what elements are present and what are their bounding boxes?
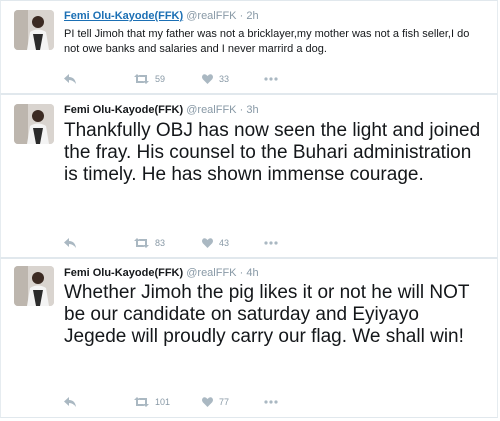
reply-icon — [64, 74, 76, 84]
like-button[interactable]: 77 — [202, 397, 264, 407]
more-button[interactable] — [264, 400, 278, 404]
retweet-icon — [134, 74, 149, 84]
retweet-button[interactable]: 59 — [134, 74, 202, 84]
reply-icon — [64, 238, 76, 248]
avatar[interactable] — [14, 266, 54, 306]
separator: · — [239, 267, 244, 279]
separator: · — [239, 10, 244, 22]
like-count: 77 — [219, 397, 230, 407]
author-name[interactable]: Femi Olu-Kayode(FFK) — [64, 267, 183, 279]
tweet-header: Femi Olu-Kayode(FFK) @realFFK · 2h — [64, 9, 259, 23]
retweet-count: 59 — [155, 74, 166, 84]
retweet-icon — [134, 238, 149, 248]
more-icon — [264, 400, 278, 404]
tweet-text: Thankfully OBJ has now seen the light an… — [64, 120, 481, 185]
tweet[interactable]: Femi Olu-Kayode(FFK) @realFFK · 4h Wheth… — [0, 258, 498, 418]
author-handle[interactable]: @realFFK — [186, 104, 236, 116]
retweet-button[interactable]: 83 — [134, 238, 202, 248]
retweet-button[interactable]: 101 — [134, 397, 202, 407]
tweet-text: PI tell Jimoh that my father was not a b… — [64, 28, 470, 55]
like-button[interactable]: 43 — [202, 238, 264, 248]
retweet-count: 101 — [155, 397, 171, 407]
tweet-actions: 59 33 — [64, 71, 497, 87]
reply-button[interactable] — [64, 238, 134, 248]
heart-icon — [202, 397, 213, 407]
retweet-count: 83 — [155, 238, 166, 248]
tweet[interactable]: Femi Olu-Kayode(FFK) @realFFK · 2h PI te… — [0, 0, 498, 94]
author-handle[interactable]: @realFFK — [186, 10, 236, 22]
separator: · — [239, 104, 244, 116]
author-handle[interactable]: @realFFK — [186, 267, 236, 279]
tweet[interactable]: Femi Olu-Kayode(FFK) @realFFK · 3h Thank… — [0, 94, 498, 258]
tweet-actions: 101 77 — [64, 394, 497, 410]
retweet-icon — [134, 397, 149, 407]
reply-button[interactable] — [64, 74, 134, 84]
more-button[interactable] — [264, 77, 278, 81]
avatar[interactable] — [14, 104, 54, 144]
more-icon — [264, 241, 278, 245]
heart-icon — [202, 238, 213, 248]
timestamp[interactable]: 3h — [246, 104, 258, 116]
like-count: 33 — [219, 74, 230, 84]
heart-icon — [202, 74, 213, 84]
timestamp[interactable]: 4h — [246, 267, 258, 279]
more-button[interactable] — [264, 241, 278, 245]
author-name[interactable]: Femi Olu-Kayode(FFK) — [64, 104, 183, 116]
more-icon — [264, 77, 278, 81]
author-name[interactable]: Femi Olu-Kayode(FFK) — [64, 10, 183, 22]
like-count: 43 — [219, 238, 230, 248]
tweet-text: Whether Jimoh the pig likes it or not he… — [64, 282, 470, 347]
tweet-header: Femi Olu-Kayode(FFK) @realFFK · 3h — [64, 103, 259, 117]
tweet-header: Femi Olu-Kayode(FFK) @realFFK · 4h — [64, 266, 259, 280]
avatar[interactable] — [14, 10, 54, 50]
tweet-actions: 83 43 — [64, 235, 497, 251]
reply-icon — [64, 397, 76, 407]
tweet-feed: Femi Olu-Kayode(FFK) @realFFK · 2h PI te… — [0, 0, 500, 421]
like-button[interactable]: 33 — [202, 74, 264, 84]
timestamp[interactable]: 2h — [246, 10, 258, 22]
reply-button[interactable] — [64, 397, 134, 407]
